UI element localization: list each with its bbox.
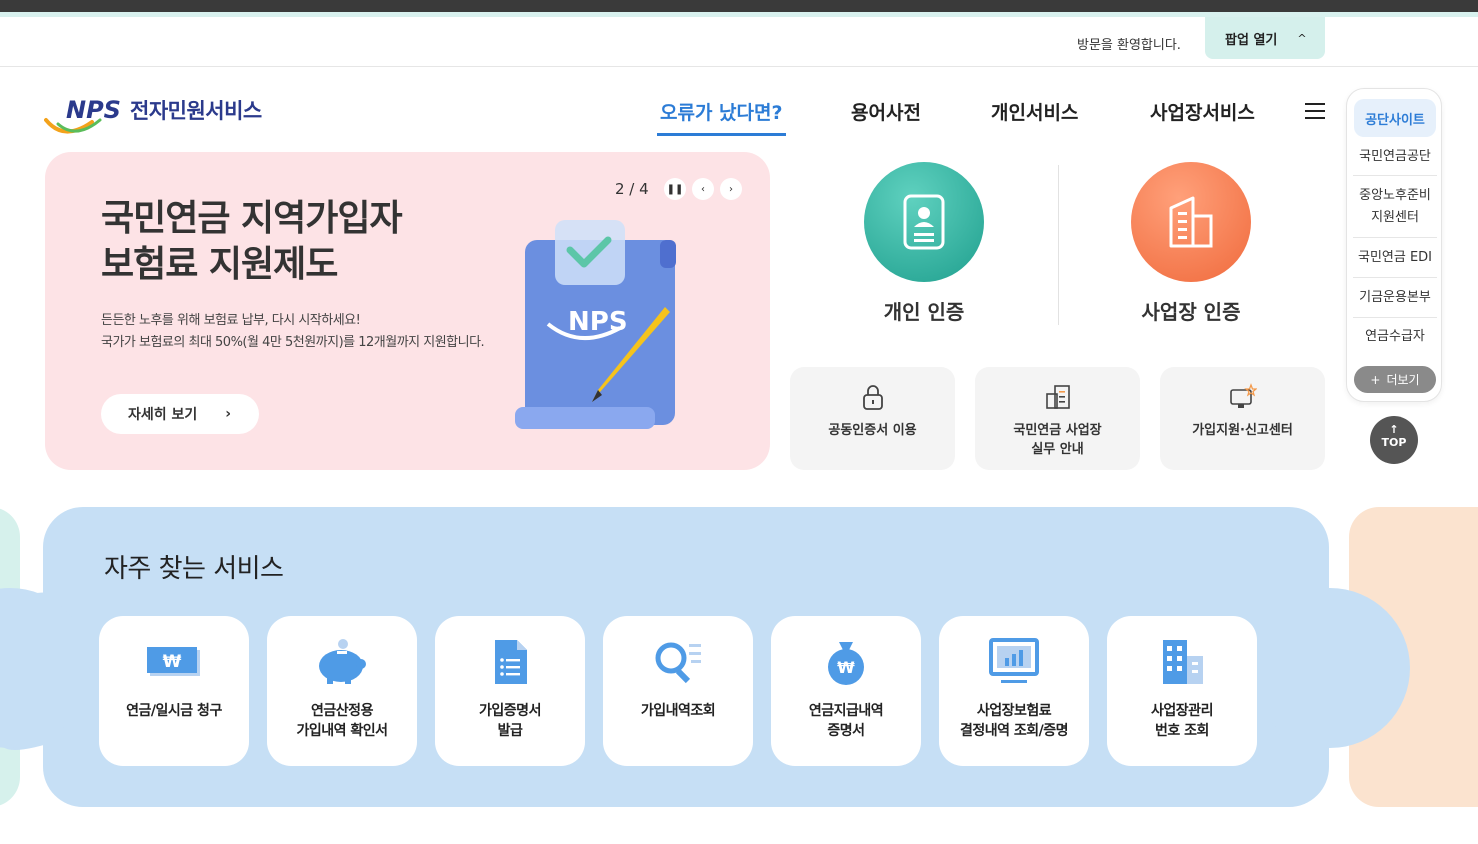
side-link-nps[interactable]: 국민연금공단	[1353, 146, 1437, 168]
hero-desc-line1: 든든한 노후를 위해 보험료 납부, 다시 시작하세요!	[101, 313, 361, 328]
service-tile-enrollment-certificate[interactable]: 가입증명서 발급	[435, 616, 585, 766]
monitor-star-icon	[1229, 383, 1258, 408]
service-label: 연금/일시금 청구	[126, 703, 222, 719]
side-more-button[interactable]: + 더보기	[1354, 366, 1436, 393]
frequent-services-title: 자주 찾는 서비스	[104, 554, 284, 584]
cert-divider	[1058, 165, 1059, 325]
document-icon	[1045, 385, 1070, 409]
personal-id-icon	[864, 162, 984, 282]
top-label: TOP	[1381, 436, 1407, 449]
service-label: 연금지급내역 증명서	[808, 703, 884, 739]
popup-open-label: 팝업 열기	[1225, 32, 1278, 48]
business-auth[interactable]: 사업장 인증	[1131, 162, 1251, 325]
joint-cert-box[interactable]: 공동인증서 이용	[790, 367, 955, 470]
prev-slide-icon[interactable]: ‹	[692, 178, 714, 200]
hero-description: 든든한 노후를 위해 보험료 납부, 다시 시작하세요! 국가가 보험료의 최대…	[101, 310, 485, 354]
service-label: 사업장보험료 결정내역 조회/증명	[959, 703, 1069, 739]
next-slide-icon[interactable]: ›	[720, 178, 742, 200]
nav-business-service[interactable]: 사업장서비스	[1150, 98, 1255, 125]
business-auth-label: 사업장 인증	[1141, 300, 1241, 324]
welcome-text: 방문을 환영합니다.	[1077, 38, 1181, 53]
popup-open-button[interactable]: 팝업 열기 ^	[1205, 17, 1325, 59]
support-center-label: 가입지원·신고센터	[1192, 423, 1293, 438]
side-divider	[1353, 237, 1437, 238]
agency-sites-panel: 공단사이트 국민연금공단 중앙노후준비 지원센터 국민연금 EDI 기금운용본부…	[1346, 88, 1442, 402]
plus-icon: +	[1370, 372, 1381, 387]
arrow-up-icon: ↑	[1389, 423, 1399, 436]
slide-counter: 2 / 4	[615, 180, 649, 198]
service-label: 가입내역조회	[640, 703, 716, 719]
support-center-box[interactable]: 가입지원·신고센터	[1160, 367, 1325, 470]
business-guide-label: 국민연금 사업장 실무 안내	[1013, 423, 1102, 457]
hero-title-line2: 보험료 지원제도	[101, 244, 338, 285]
lock-icon	[862, 385, 883, 410]
office-building-icon	[1163, 640, 1203, 684]
side-link-edi[interactable]: 국민연금 EDI	[1353, 247, 1437, 269]
service-label: 연금산정용 가입내역 확인서	[296, 703, 388, 739]
side-divider	[1353, 277, 1437, 278]
nps-logo-icon: NPS	[44, 96, 121, 134]
svg-text:NPS: NPS	[66, 96, 121, 124]
service-tile-business-number[interactable]: 사업장관리 번호 조회	[1107, 616, 1257, 766]
nav-personal-service[interactable]: 개인서비스	[991, 98, 1078, 125]
nav-active-indicator	[657, 133, 786, 136]
monitor-chart-icon	[989, 638, 1039, 683]
hero-banner: 국민연금 지역가입자 보험료 지원제도 든든한 노후를 위해 보험료 납부, 다…	[45, 152, 770, 470]
piggy-bank-icon	[319, 639, 366, 684]
side-more-label: 더보기	[1386, 373, 1420, 387]
hero-title-line1: 국민연금 지역가입자	[101, 198, 403, 239]
nav-error-help[interactable]: 오류가 났다면?	[660, 98, 783, 125]
personal-auth[interactable]: 개인 인증	[864, 162, 984, 325]
side-link-retirement-center[interactable]: 중앙노후준비 지원센터	[1353, 185, 1437, 229]
svg-text:NPS: NPS	[568, 307, 628, 337]
joint-cert-label: 공동인증서 이용	[828, 423, 917, 438]
service-tile-payment-certificate[interactable]: ₩ 연금지급내역 증명서	[771, 616, 921, 766]
nav-glossary[interactable]: 용어사전	[851, 98, 921, 125]
hero-desc-line2: 국가가 보험료의 최대 50%(월 4만 5천원까지)를 12개월까지 지원합니…	[101, 335, 485, 350]
browser-top-strip	[0, 0, 1478, 12]
service-label: 가입증명서 발급	[479, 703, 541, 739]
document-list-icon	[495, 640, 527, 684]
side-link-fund[interactable]: 기금운용본부	[1353, 287, 1437, 309]
service-tile-enrollment-confirm[interactable]: 연금산정용 가입내역 확인서	[267, 616, 417, 766]
scroll-top-button[interactable]: ↑ TOP	[1370, 416, 1418, 464]
service-tile-pension-claim[interactable]: ₩ 연금/일시금 청구	[99, 616, 249, 766]
chevron-up-icon: ^	[1297, 31, 1307, 45]
business-guide-box[interactable]: 국민연금 사업장 실무 안내	[975, 367, 1140, 470]
service-tile-enrollment-history[interactable]: 가입내역조회	[603, 616, 753, 766]
service-tile-business-premium[interactable]: 사업장보험료 결정내역 조회/증명	[939, 616, 1089, 766]
pause-icon[interactable]: ❚❚	[664, 178, 686, 200]
won-bill-icon: ₩	[147, 647, 200, 676]
personal-auth-label: 개인 인증	[883, 300, 965, 324]
agency-sites-heading: 공단사이트	[1354, 99, 1436, 137]
side-link-beneficiary[interactable]: 연금수급자	[1353, 326, 1437, 348]
svg-text:₩: ₩	[837, 658, 855, 677]
hero-more-button[interactable]: 자세히 보기 ›	[101, 394, 259, 434]
search-list-icon	[655, 642, 701, 684]
utility-bar: 방문을 환영합니다. 팝업 열기 ^	[0, 17, 1478, 67]
document-illustration-icon: NPS	[515, 220, 676, 429]
hero-title: 국민연금 지역가입자 보험료 지원제도	[101, 196, 403, 288]
service-label: 사업장관리 번호 조회	[1151, 703, 1213, 739]
menu-icon[interactable]	[1305, 103, 1325, 119]
building-icon	[1131, 162, 1251, 282]
hero-more-label: 자세히 보기	[128, 407, 198, 423]
side-divider	[1353, 317, 1437, 318]
logo-service-name: 전자민원서비스	[130, 99, 262, 123]
side-divider	[1353, 175, 1437, 176]
money-bag-icon: ₩	[828, 642, 864, 685]
svg-text:₩: ₩	[163, 652, 182, 672]
site-logo[interactable]: NPS 전자민원서비스	[44, 94, 262, 138]
chevron-right-icon: ›	[225, 406, 232, 422]
